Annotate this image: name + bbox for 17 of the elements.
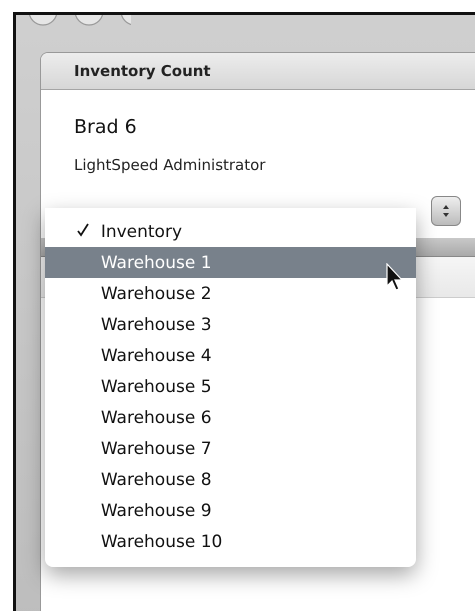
checkmark-icon — [77, 222, 89, 236]
menu-item[interactable]: Warehouse 7 — [45, 433, 416, 464]
up-down-arrows-icon — [442, 204, 450, 218]
menu-item[interactable]: Warehouse 8 — [45, 464, 416, 495]
menu-item[interactable]: Warehouse 1 — [45, 247, 416, 278]
menu-item[interactable]: Warehouse 5 — [45, 371, 416, 402]
menu-item[interactable]: Warehouse 6 — [45, 402, 416, 433]
menu-item[interactable]: Warehouse 3 — [45, 309, 416, 340]
panel-title: Inventory Count — [41, 53, 475, 90]
menu-item[interactable]: Warehouse 2 — [45, 278, 416, 309]
menu-item[interactable]: Warehouse 4 — [45, 340, 416, 371]
popup-stepper[interactable] — [431, 196, 461, 226]
menu-item[interactable]: Inventory — [45, 216, 416, 247]
menu-item[interactable]: Warehouse 10 — [45, 526, 416, 557]
user-role: LightSpeed Administrator — [74, 156, 266, 174]
menu-item[interactable]: Warehouse 9 — [45, 495, 416, 526]
user-name: Brad 6 — [74, 116, 138, 138]
